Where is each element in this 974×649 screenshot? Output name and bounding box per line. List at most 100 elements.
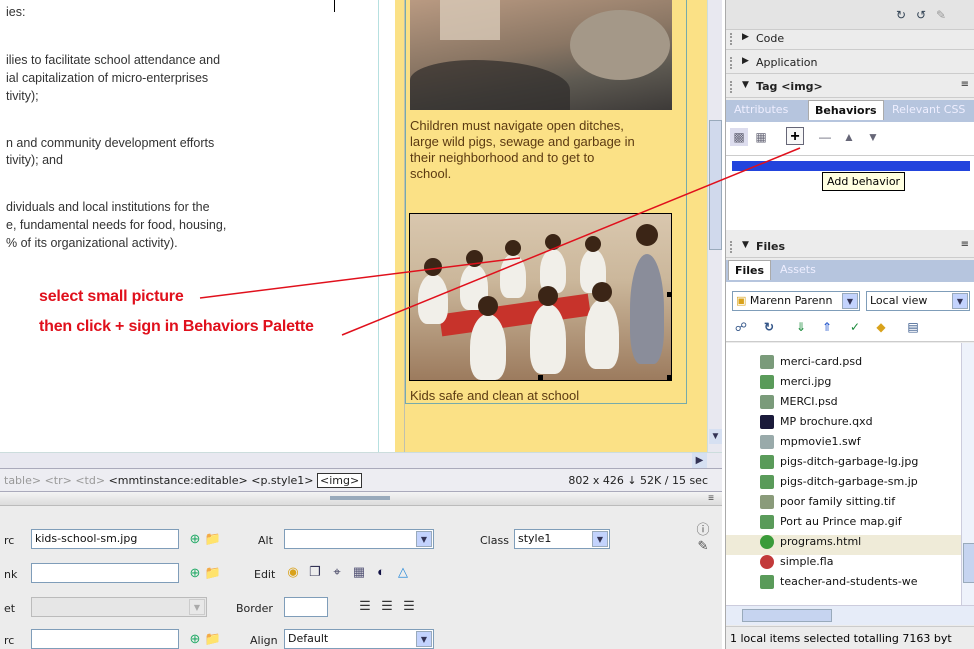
chevron-down-icon[interactable]: ▼	[416, 631, 432, 647]
options-menu-icon[interactable]: ≡	[708, 493, 714, 504]
low-src-field[interactable]	[31, 629, 179, 649]
align-select[interactable]: Default ▼	[284, 629, 434, 649]
alt-field[interactable]: ▼	[284, 529, 434, 549]
pigs-ditch-photo[interactable]	[410, 0, 672, 110]
tag-panel-header[interactable]: ▼ Tag <img> ≡	[726, 76, 974, 98]
align-center-icon[interactable]: ☰	[378, 598, 396, 614]
get-files-icon[interactable]: ⇓	[792, 318, 810, 336]
file-item[interactable]: pigs-ditch-garbage-lg.jpg	[780, 455, 918, 468]
put-files-icon[interactable]: ⇑	[818, 318, 836, 336]
jpg-file-icon	[760, 455, 774, 469]
tag-path[interactable]: <mmtinstance:editable> <p.style1>	[109, 474, 314, 487]
options-menu-icon[interactable]: ≡	[961, 79, 969, 90]
html-file-icon	[760, 535, 774, 549]
add-behavior-button[interactable]: +	[786, 127, 804, 145]
tab-files[interactable]: Files	[728, 260, 772, 280]
file-item[interactable]: pigs-ditch-garbage-sm.jp	[780, 475, 918, 488]
refresh-icon[interactable]: ↻	[760, 318, 778, 336]
horizontal-scrollbar[interactable]: ▶	[0, 452, 722, 468]
tab-assets[interactable]: Assets	[774, 260, 822, 280]
check-in-icon[interactable]: ◆	[872, 318, 890, 336]
folder-icon[interactable]: 📁	[204, 531, 222, 547]
chevron-down-icon[interactable]: ▼	[842, 293, 858, 309]
folder-icon[interactable]: 📁	[204, 565, 222, 581]
optimize-icon[interactable]: ❐	[306, 564, 324, 580]
chevron-down-icon[interactable]: ▼	[592, 531, 608, 547]
file-item[interactable]: MERCI.psd	[780, 395, 838, 408]
align-left-icon[interactable]: ☰	[356, 598, 374, 614]
remove-behavior-button[interactable]: —	[816, 128, 834, 146]
file-item[interactable]: simple.fla	[780, 555, 833, 568]
behaviors-list[interactable]	[726, 156, 974, 230]
class-select[interactable]: style1 ▼	[514, 529, 610, 549]
tab-relevant-css[interactable]: Relevant CSS	[886, 100, 971, 120]
document-window[interactable]: ies: ilies to facilitate school attendan…	[0, 0, 722, 468]
site-select[interactable]: ▣ Marenn Parenn ▼	[732, 291, 860, 311]
sharpen-icon[interactable]: △	[394, 564, 412, 580]
inspector-titlebar[interactable]: ≡	[0, 492, 722, 506]
move-down-button[interactable]: ▼	[864, 128, 882, 146]
selected-tag-img[interactable]: <img>	[317, 473, 363, 488]
crop-icon[interactable]: ⌖	[328, 564, 346, 580]
file-item[interactable]: mpmovie1.swf	[780, 435, 861, 448]
files-panel-header[interactable]: ▼ Files ≡	[726, 236, 974, 258]
chevron-down-icon[interactable]: ▼	[952, 293, 968, 309]
qxd-file-icon	[760, 415, 774, 429]
scroll-right-arrow[interactable]: ▶	[692, 453, 707, 468]
sync-icon[interactable]: ↻	[892, 6, 910, 24]
resize-handle[interactable]	[538, 375, 543, 380]
file-item[interactable]: poor family sitting.tif	[780, 495, 895, 508]
resize-handle[interactable]	[667, 292, 672, 297]
site-folder-icon: ▣	[736, 294, 747, 307]
point-to-file-icon[interactable]: ⊕	[186, 631, 204, 647]
code-panel-header[interactable]: ▶ Code	[726, 28, 974, 50]
tag-path-faded[interactable]: table> <tr> <td>	[4, 474, 105, 487]
align-right-icon[interactable]: ☰	[400, 598, 418, 614]
show-set-events-icon[interactable]: ▩	[730, 128, 748, 146]
point-to-file-icon[interactable]: ⊕	[186, 531, 204, 547]
resize-handle[interactable]	[667, 375, 672, 380]
brightness-contrast-icon[interactable]: ◐	[372, 564, 390, 580]
kids-school-photo[interactable]	[409, 213, 672, 381]
file-item-selected[interactable]: programs.html	[780, 535, 861, 548]
border-field[interactable]	[284, 597, 328, 617]
point-to-file-icon[interactable]: ⊕	[186, 565, 204, 581]
application-panel-header[interactable]: ▶ Application	[726, 52, 974, 74]
link-field[interactable]	[31, 563, 179, 583]
target-select[interactable]: ▼	[31, 597, 207, 617]
file-item[interactable]: merci.jpg	[780, 375, 831, 388]
show-all-events-icon[interactable]: ▦	[752, 128, 770, 146]
scroll-thumb[interactable]	[963, 543, 974, 583]
collapse-grip[interactable]	[330, 496, 390, 500]
options-menu-icon[interactable]: ≡	[961, 239, 969, 250]
file-item[interactable]: MP brochure.qxd	[780, 415, 873, 428]
connect-icon[interactable]: ☍	[732, 318, 750, 336]
vertical-scrollbar[interactable]: ▼	[707, 0, 722, 452]
move-up-button[interactable]: ▲	[840, 128, 858, 146]
resample-icon[interactable]: ▦	[350, 564, 368, 580]
behavior-row-selected[interactable]	[732, 161, 970, 171]
files-hscrollbar[interactable]	[726, 605, 974, 625]
tab-behaviors[interactable]: Behaviors	[808, 100, 884, 120]
src-field[interactable]: kids-school-sm.jpg	[31, 529, 179, 549]
fireworks-edit-icon[interactable]: ◉	[284, 564, 302, 580]
folder-icon[interactable]: 📁	[204, 631, 222, 647]
scroll-thumb[interactable]	[742, 609, 832, 622]
file-item[interactable]: teacher-and-students-we	[780, 575, 918, 588]
help-icon[interactable]: ⓘ	[694, 522, 712, 538]
check-out-icon[interactable]: ✓	[846, 318, 864, 336]
file-item[interactable]: merci-card.psd	[780, 355, 862, 368]
tab-attributes[interactable]: Attributes	[728, 100, 794, 120]
quick-tag-editor-icon[interactable]: ✎	[694, 538, 712, 554]
view-select[interactable]: Local view ▼	[866, 291, 970, 311]
scroll-thumb[interactable]	[709, 120, 722, 250]
chevron-down-icon[interactable]: ▼	[416, 531, 432, 547]
chevron-down-icon[interactable]: ▼	[189, 599, 205, 615]
scroll-down-arrow[interactable]: ▼	[709, 429, 722, 444]
edit-icon[interactable]: ✎	[932, 6, 950, 24]
put-icon[interactable]: ↺	[912, 6, 930, 24]
expand-icon[interactable]: ▤	[904, 318, 922, 336]
file-item[interactable]: Port au Prince map.gif	[780, 515, 902, 528]
files-panel-tabs: Files Assets	[726, 260, 974, 282]
files-scrollbar[interactable]	[961, 343, 974, 605]
